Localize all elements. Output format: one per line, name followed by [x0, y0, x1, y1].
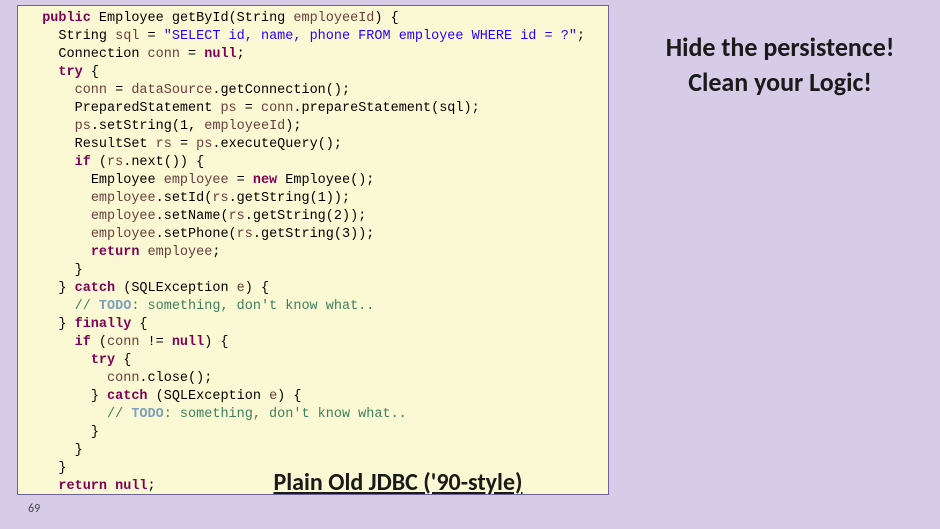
slide: public Employee getById(String employeeI… — [0, 0, 940, 529]
kw-public: public — [42, 11, 91, 26]
code-block: public Employee getById(String employeeI… — [17, 5, 609, 495]
slide-number: 69 — [28, 502, 40, 516]
java-code: public Employee getById(String employeeI… — [26, 10, 600, 495]
code-caption: Plain Old JDBC ('90-style) — [178, 468, 609, 495]
slogan-line-1: Hide the persistence! — [630, 30, 930, 65]
slogan-block: Hide the persistence! Clean your Logic! — [630, 30, 930, 100]
slogan-line-2: Clean your Logic! — [630, 65, 930, 100]
